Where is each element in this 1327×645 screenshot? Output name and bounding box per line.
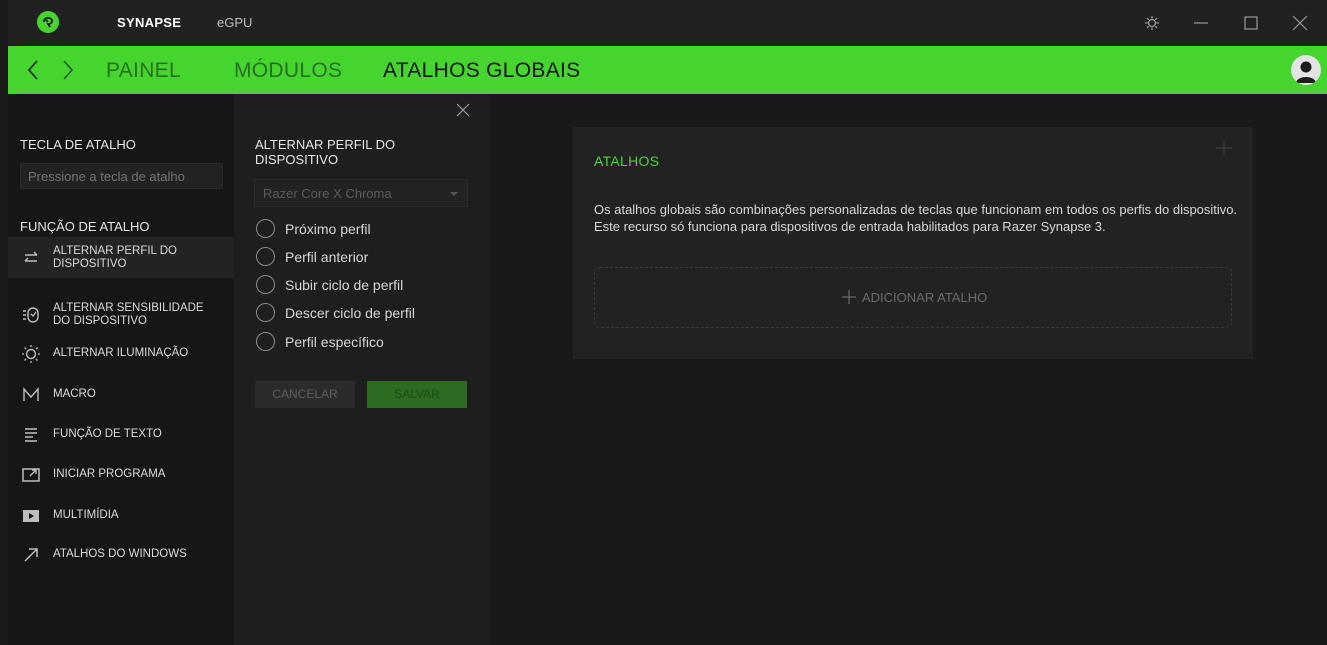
sidebar-item-multimedia[interactable]: MULTIMÍDIA (8, 495, 234, 536)
sidebar-item-label: ALTERNAR ILUMINAÇÃO (53, 347, 189, 359)
panel-title: ALTERNAR PERFIL DO DISPOSITIVO (255, 137, 396, 167)
sidebar-item-label: FUNÇÃO DE TEXTO (53, 428, 162, 440)
device-tab-egpu[interactable]: eGPU (217, 15, 252, 30)
sidebar-item-switch-sensitivity[interactable]: ALTERNAR SENSIBILIDADE DO DISPOSITIVO (8, 294, 234, 335)
lighting-icon (22, 345, 40, 363)
app-title[interactable]: SYNAPSE (117, 15, 181, 30)
minimize-icon[interactable] (1192, 14, 1210, 32)
user-icon (1296, 61, 1316, 83)
sidebar-item-label: INICIAR PROGRAMA (53, 468, 166, 480)
device-select[interactable]: Razer Core X Chroma (254, 179, 468, 207)
radio-label: Perfil específico (285, 334, 384, 350)
radio-label: Subir ciclo de perfil (285, 277, 404, 293)
arrow-diagonal-icon (24, 548, 38, 562)
radio-label: Próximo perfil (285, 221, 371, 237)
device-select-value: Razer Core X Chroma (263, 186, 392, 201)
sidebar-item-label: ALTERNAR PERFIL DO DISPOSITIVO (53, 245, 177, 270)
add-shortcut-button[interactable]: ADICIONAR ATALHO (594, 267, 1232, 328)
sidebar-item-text-function[interactable]: FUNÇÃO DE TEXTO (8, 414, 234, 455)
shortcuts-card: ATALHOS Os atalhos globais são combinaçõ… (573, 127, 1253, 359)
function-settings-panel: ALTERNAR PERFIL DO DISPOSITIVO Razer Cor… (234, 94, 489, 645)
swap-icon (24, 251, 38, 262)
function-heading: FUNÇÃO DE ATALHO (20, 219, 150, 234)
hotkey-heading: TECLA DE ATALHO (20, 137, 136, 152)
forward-arrow-icon[interactable] (61, 58, 75, 82)
chevron-down-icon (450, 192, 458, 196)
card-title: ATALHOS (594, 153, 660, 169)
tab-modulos[interactable]: MÓDULOS (234, 59, 342, 83)
radio-button[interactable] (256, 275, 275, 294)
razer-logo-icon[interactable] (37, 11, 59, 33)
back-arrow-icon[interactable] (26, 58, 40, 82)
text-icon (25, 428, 37, 442)
sidebar-item-label: ALTERNAR SENSIBILIDADE DO DISPOSITIVO (53, 302, 204, 327)
sidebar-item-launch-program[interactable]: INICIAR PROGRAMA (8, 454, 234, 495)
multimedia-icon (23, 510, 39, 522)
close-panel-icon[interactable] (455, 102, 471, 118)
maximize-icon[interactable] (1242, 14, 1260, 32)
sidebar-item-label: MACRO (53, 388, 96, 400)
save-button[interactable]: SALVAR (367, 381, 467, 408)
card-description: Os atalhos globais são combinações perso… (594, 202, 1238, 234)
radio-button[interactable] (256, 219, 275, 238)
launch-icon (22, 468, 40, 482)
radio-button[interactable] (256, 332, 275, 351)
main-content: ATALHOS Os atalhos globais são combinaçõ… (489, 94, 1327, 645)
macro-icon (23, 387, 39, 401)
sidebar-item-macro[interactable]: MACRO (8, 374, 234, 415)
radio-button[interactable] (256, 247, 275, 266)
sidebar-item-label: MULTIMÍDIA (53, 509, 119, 521)
title-bar: SYNAPSE eGPU (8, 0, 1327, 46)
radio-label: Perfil anterior (285, 249, 369, 265)
plus-icon (842, 290, 856, 304)
sensitivity-icon (23, 307, 39, 323)
add-shortcut-label: ADICIONAR ATALHO (862, 290, 988, 305)
user-avatar[interactable] (1291, 55, 1321, 85)
sidebar-item-label: ATALHOS DO WINDOWS (53, 548, 187, 560)
main-nav-bar: PAINEL MÓDULOS ATALHOS GLOBAIS (8, 46, 1327, 94)
radio-label: Descer ciclo de perfil (285, 305, 415, 321)
shortcut-sidebar: TECLA DE ATALHO FUNÇÃO DE ATALHO ALTERNA… (8, 94, 234, 645)
settings-gear-icon[interactable] (1143, 14, 1161, 32)
close-window-icon[interactable] (1291, 14, 1309, 32)
tab-atalhos-globais[interactable]: ATALHOS GLOBAIS (383, 59, 580, 83)
tab-painel[interactable]: PAINEL (106, 59, 181, 83)
sidebar-item-switch-profile[interactable]: ALTERNAR PERFIL DO DISPOSITIVO (8, 237, 234, 278)
radio-button[interactable] (256, 303, 275, 322)
hotkey-input[interactable] (20, 163, 223, 189)
sidebar-item-windows-shortcuts[interactable]: ATALHOS DO WINDOWS (8, 534, 234, 575)
cancel-button[interactable]: CANCELAR (255, 381, 355, 408)
sidebar-item-switch-lighting[interactable]: ALTERNAR ILUMINAÇÃO (8, 333, 234, 374)
add-icon[interactable] (1215, 139, 1233, 157)
